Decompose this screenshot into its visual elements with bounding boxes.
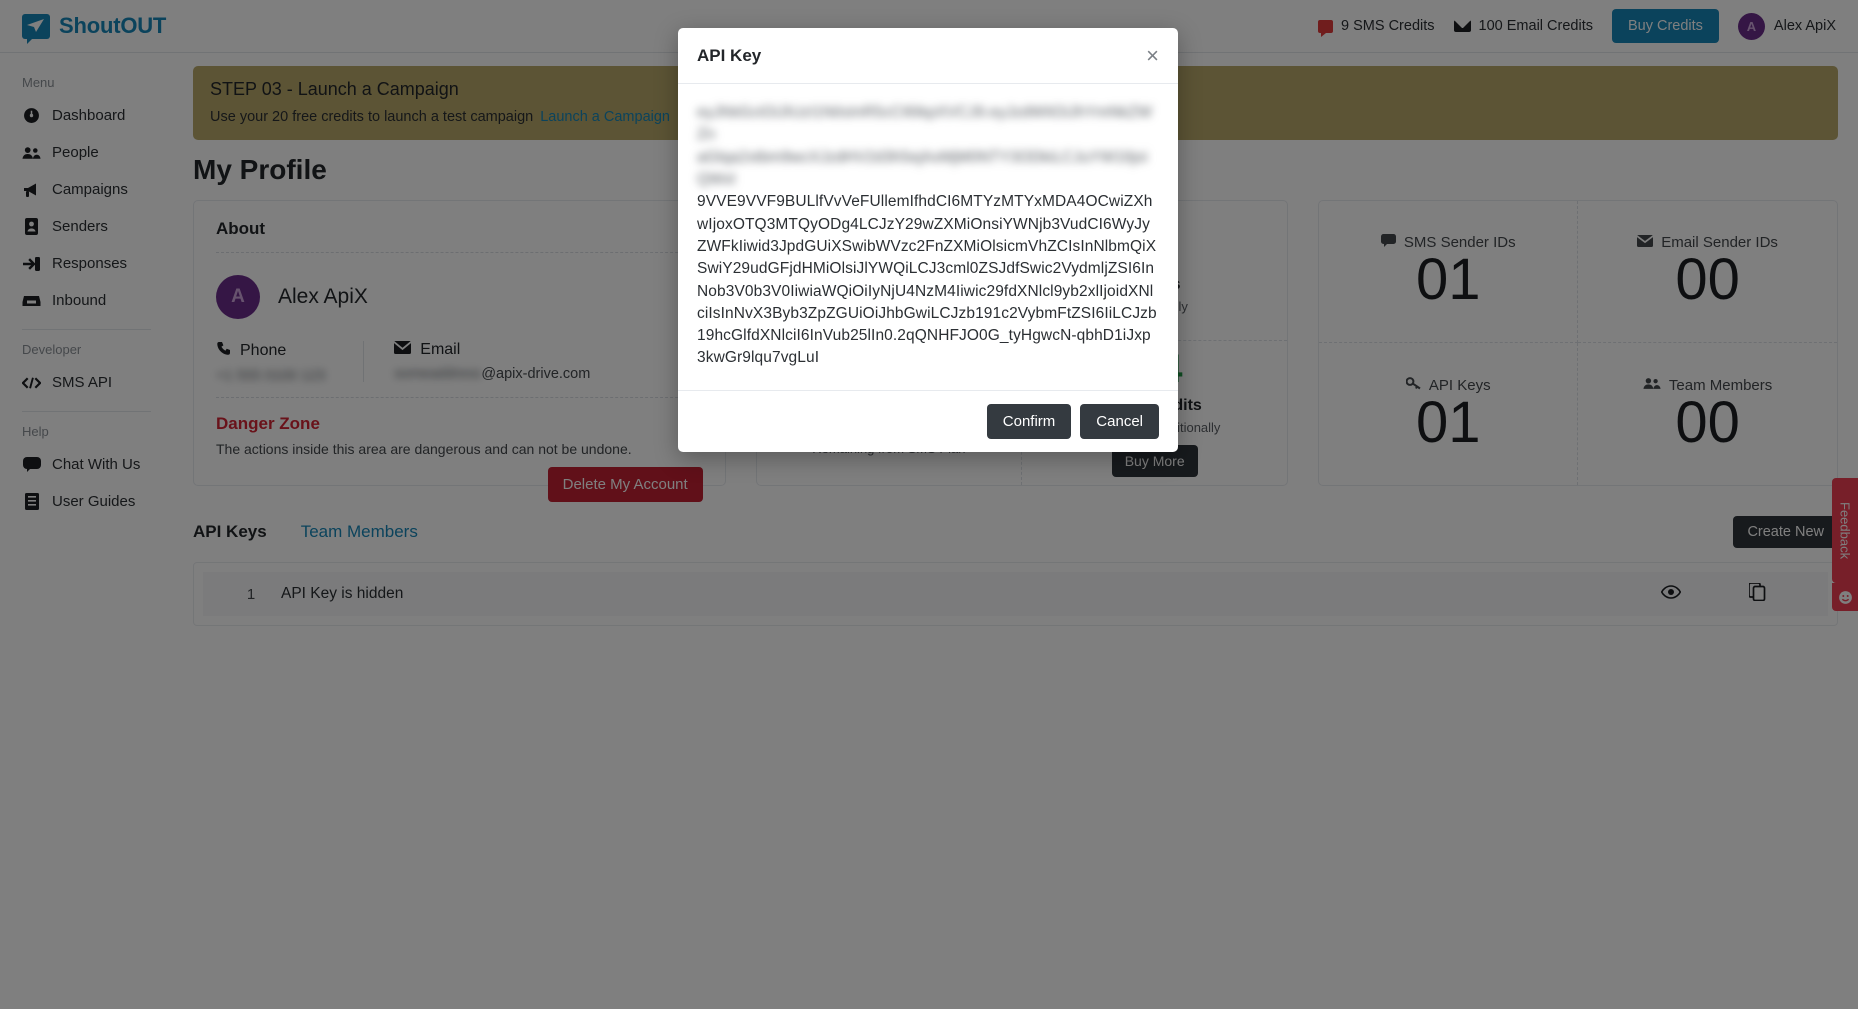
modal-footer: Confirm Cancel [678, 389, 1178, 452]
app-root: ShoutOUT 9 SMS Credits 100 Email Credits… [0, 0, 1858, 1009]
api-key-masked-line-1: eyJhbGciOiJIUzI1NiIsInR5cCI6IkpXVCJ9.eyJ… [697, 104, 1153, 144]
close-icon[interactable]: × [1146, 45, 1159, 67]
modal-body: eyJhbGciOiJIUzI1NiIsInR5cCI6IkpXVCJ9.eyJ… [678, 84, 1178, 390]
confirm-button[interactable]: Confirm [986, 403, 1072, 439]
cancel-button[interactable]: Cancel [1080, 403, 1159, 439]
api-key-value: 9VVE9VVF9BULlfVvVeFUllemIfhdCI6MTYzMTYxM… [697, 193, 1157, 367]
api-key-modal: API Key × eyJhbGciOiJIUzI1NiIsInR5cCI6Ik… [678, 28, 1178, 452]
modal-title: API Key [697, 46, 762, 65]
modal-header: API Key × [678, 28, 1178, 84]
api-key-masked-line-2: aGlqa2xtbm9wcXJzdHV2d3h5ejAxMjM0NTY3ODki… [697, 148, 1148, 188]
